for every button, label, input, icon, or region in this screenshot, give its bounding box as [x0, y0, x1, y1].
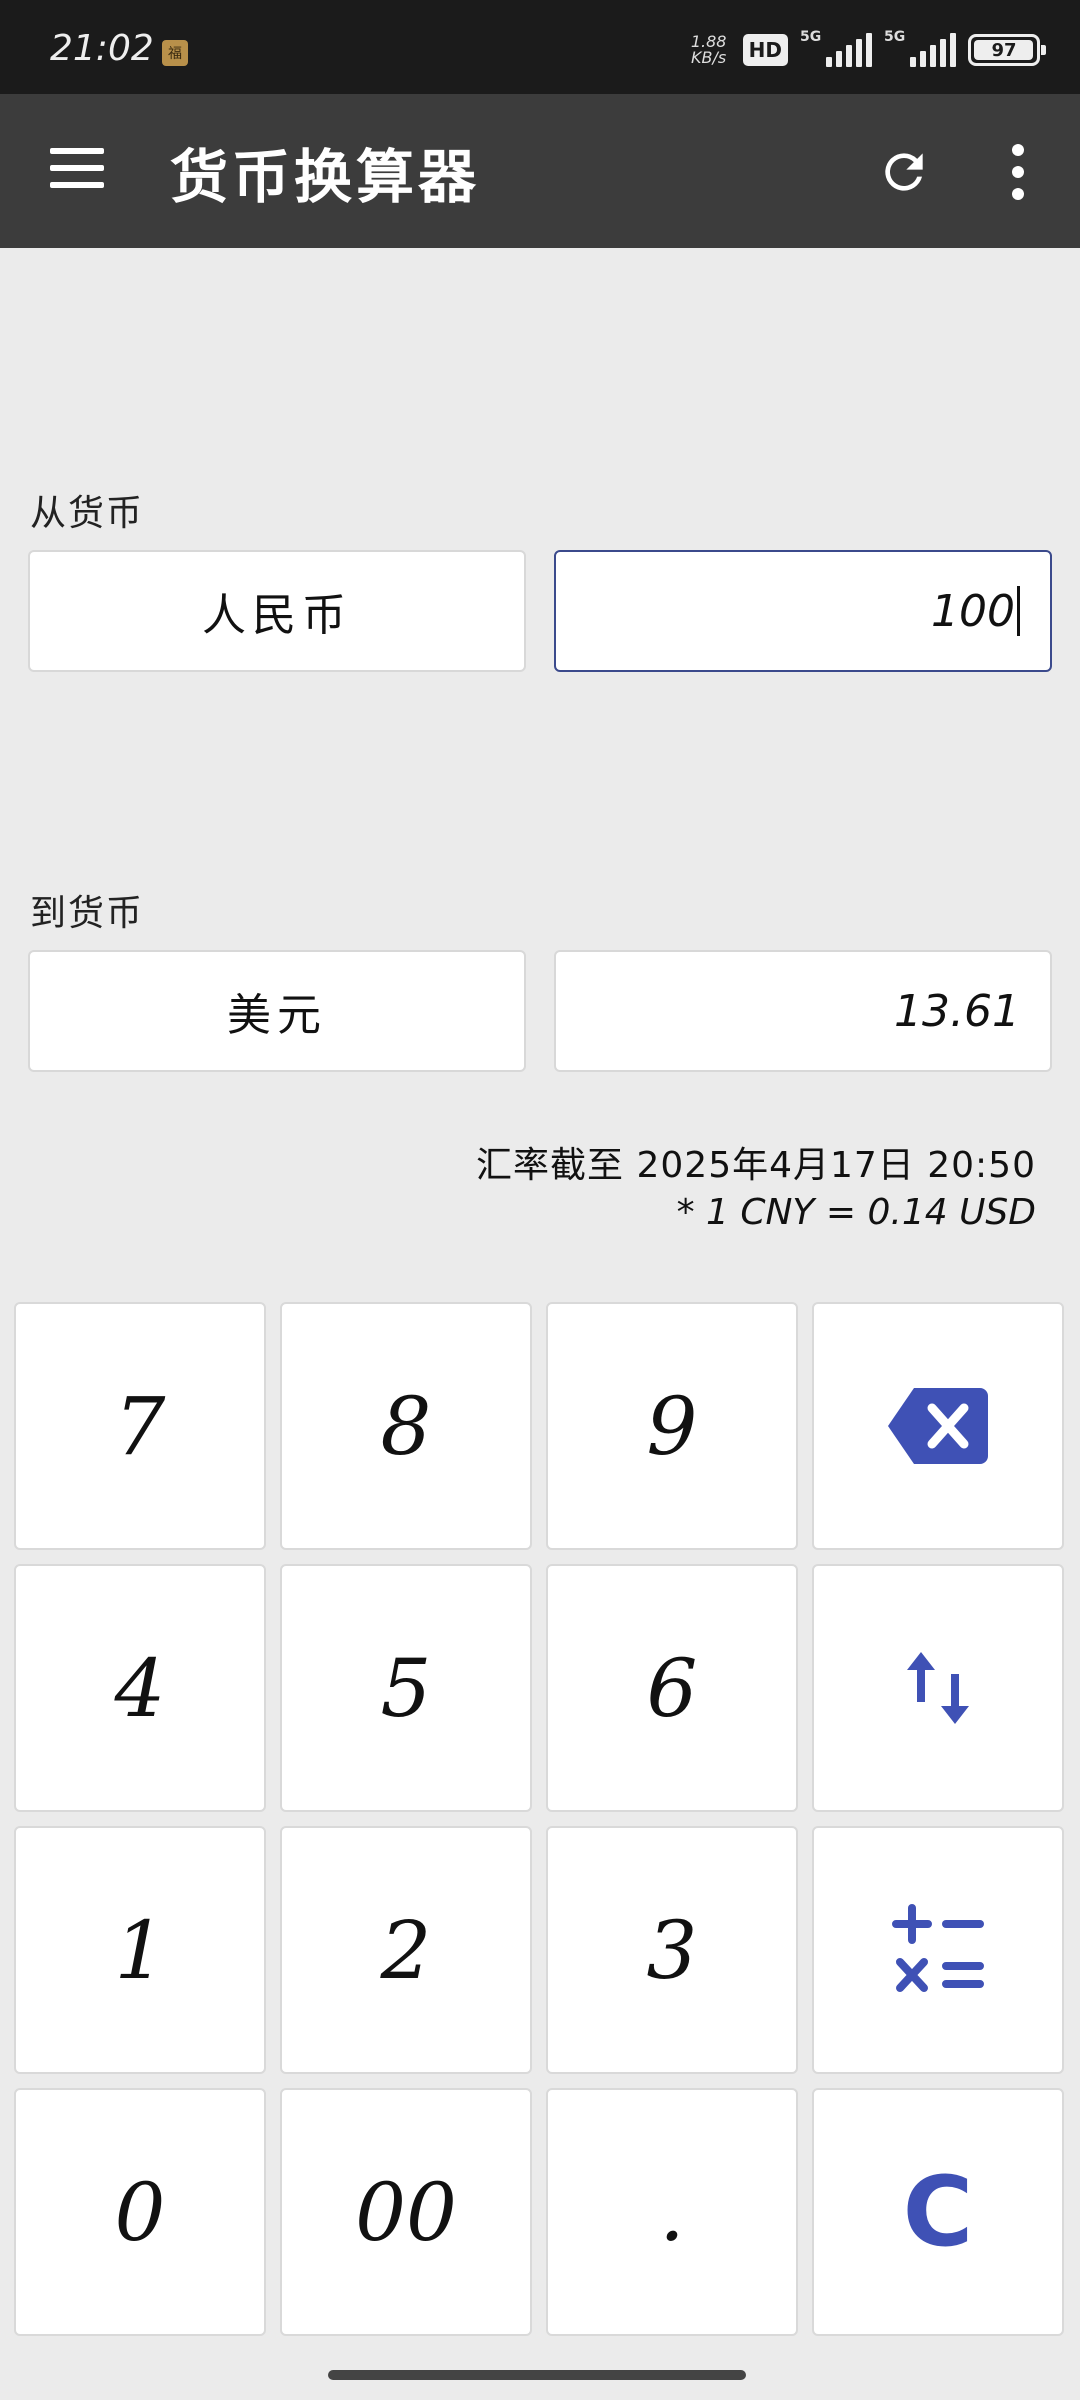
- key-8[interactable]: 8: [280, 1302, 532, 1550]
- app-bar: 货币换算器: [0, 94, 1080, 248]
- to-amount-output[interactable]: 13.61: [554, 950, 1052, 1072]
- key-2[interactable]: 2: [280, 1826, 532, 2074]
- key-1[interactable]: 1: [14, 1826, 266, 2074]
- status-indicators: 1.88 KB/s HD 5G 5G 97: [687, 29, 1046, 70]
- key-00[interactable]: 00: [280, 2088, 532, 2336]
- keypad: 7 8 9 4 5 6 1 2 3 0 00 . C: [14, 1302, 1066, 2342]
- clear-button[interactable]: C: [812, 2088, 1064, 2336]
- network-speed: 1.88 KB/s: [690, 32, 727, 67]
- key-9[interactable]: 9: [546, 1302, 798, 1550]
- currency-converter-screen: 21:02 福 1.88 KB/s HD 5G 5G 97 货币换算器 从货币 …: [0, 0, 1080, 2400]
- swap-currencies-button[interactable]: [812, 1564, 1064, 1812]
- from-currency-selector[interactable]: 人民币: [28, 550, 526, 672]
- key-7[interactable]: 7: [14, 1302, 266, 1550]
- to-currency-label: 到货币: [30, 893, 145, 934]
- hamburger-menu-icon[interactable]: [50, 146, 104, 190]
- key-5[interactable]: 5: [280, 1564, 532, 1812]
- key-3[interactable]: 3: [546, 1826, 798, 2074]
- status-bar: 21:02 福 1.88 KB/s HD 5G 5G 97: [0, 0, 1080, 94]
- calculator-button[interactable]: [812, 1826, 1064, 2074]
- key-0[interactable]: 0: [14, 2088, 266, 2336]
- to-currency-selector[interactable]: 美元: [28, 950, 526, 1072]
- backspace-icon: [888, 1388, 988, 1464]
- refresh-icon[interactable]: [876, 144, 932, 200]
- key-4[interactable]: 4: [14, 1564, 266, 1812]
- swap-vertical-icon: [907, 1652, 969, 1724]
- rate-updated-time: 汇率截至 2025年4月17日 20:50: [476, 1145, 1036, 1186]
- more-vertical-icon[interactable]: [1000, 142, 1036, 202]
- from-currency-label: 从货币: [30, 493, 145, 534]
- status-time: 21:02: [50, 28, 154, 69]
- app-title: 货币换算器: [170, 143, 481, 211]
- battery-icon: 97: [968, 34, 1046, 66]
- backspace-button[interactable]: [812, 1302, 1064, 1550]
- hd-voice-badge: HD: [742, 34, 788, 66]
- key-6[interactable]: 6: [546, 1564, 798, 1812]
- battery-level: 97: [991, 39, 1017, 61]
- home-indicator[interactable]: [328, 2370, 746, 2380]
- notification-app-icon: 福: [162, 40, 188, 66]
- from-amount-input[interactable]: 100: [554, 550, 1052, 672]
- key-decimal[interactable]: .: [546, 2088, 798, 2336]
- signal-strength-icon: 5G: [884, 29, 956, 67]
- exchange-rate: * 1 CNY = 0.14 USD: [676, 1192, 1036, 1233]
- text-caret: [1017, 586, 1020, 636]
- calculator-operators-icon: [892, 1904, 984, 1992]
- signal-strength-icon: 5G: [800, 29, 872, 67]
